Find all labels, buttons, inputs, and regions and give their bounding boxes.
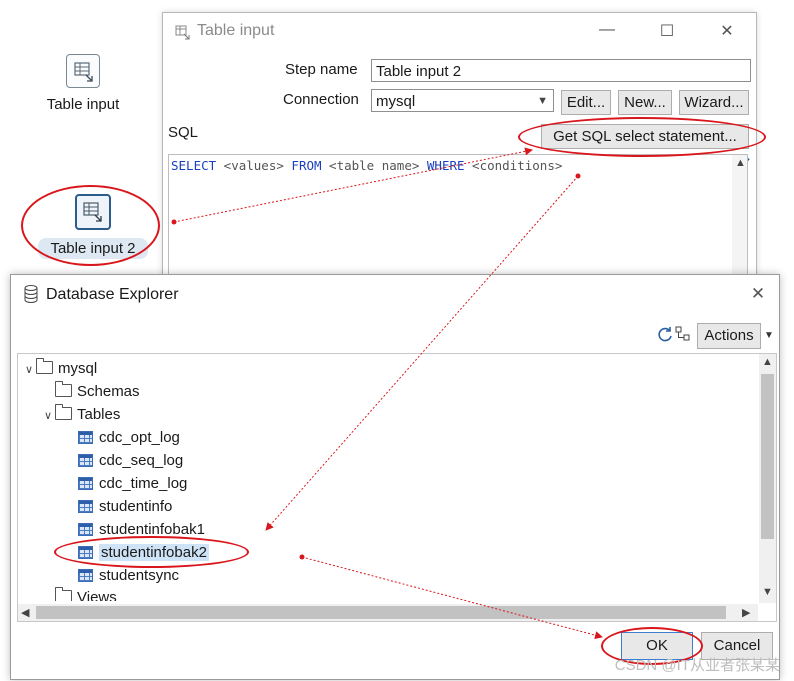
annotation-arrow — [265, 175, 579, 531]
watermark: CSDN @IT从业者张某某 — [614, 657, 780, 674]
annotation-arrow — [173, 147, 533, 223]
annotation-dot — [171, 219, 177, 225]
annotation-dot — [299, 554, 305, 560]
annotation-arrow — [301, 556, 603, 640]
annotation-dot — [575, 173, 581, 179]
annotation-arrows — [171, 147, 603, 640]
